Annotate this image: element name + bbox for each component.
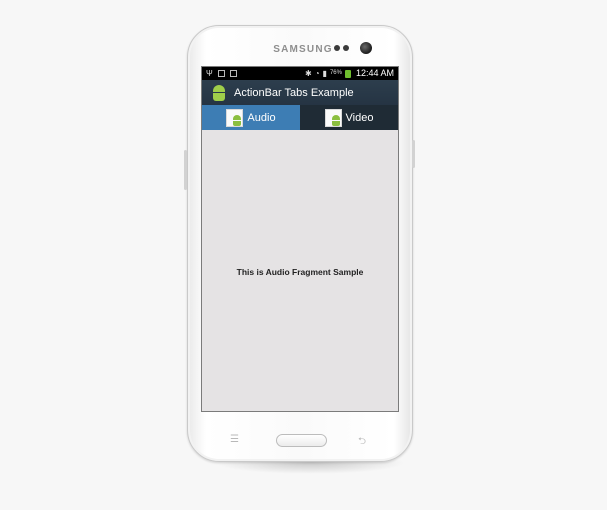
back-icon[interactable]: ⮌ <box>358 434 366 451</box>
tab-label: Video <box>345 111 374 124</box>
volume-key[interactable] <box>184 150 187 190</box>
screen: Ψ ✱ ◔ ▮ 76% 12:44 AM ActionBar Tabs Exam… <box>201 66 399 412</box>
home-button[interactable] <box>276 434 327 447</box>
signal-icon: ▮ <box>322 69 327 78</box>
tab-label: Audio <box>247 111 276 124</box>
android-app-icon[interactable] <box>211 84 227 101</box>
battery-percent: 76% <box>329 70 342 76</box>
power-key[interactable] <box>412 140 415 168</box>
image-icon <box>217 70 225 77</box>
action-bar: ActionBar Tabs Example <box>202 80 398 105</box>
android-tab-icon <box>324 108 342 127</box>
document-icon <box>229 70 237 77</box>
brand-logo: SAMSUNG <box>273 44 333 55</box>
proximity-sensor <box>334 45 340 51</box>
tab-audio[interactable]: Audio <box>202 105 300 130</box>
status-time: 12:44 AM <box>355 68 394 78</box>
tab-video[interactable]: Video <box>300 105 398 130</box>
app-title: ActionBar Tabs Example <box>234 86 354 99</box>
usb-icon: Ψ <box>206 69 213 78</box>
bluetooth-icon: ✱ <box>305 69 312 78</box>
tab-bar: Audio Video <box>202 105 398 130</box>
status-bar: Ψ ✱ ◔ ▮ 76% 12:44 AM <box>202 67 398 80</box>
front-camera <box>360 42 372 54</box>
light-sensor <box>343 45 349 51</box>
wifi-icon: ◔ <box>314 69 320 78</box>
menu-icon[interactable]: ☰ <box>230 434 239 445</box>
android-tab-icon <box>226 108 244 127</box>
battery-icon <box>344 69 351 78</box>
fragment-content: This is Audio Fragment Sample <box>202 130 398 411</box>
fragment-text: This is Audio Fragment Sample <box>236 267 364 277</box>
